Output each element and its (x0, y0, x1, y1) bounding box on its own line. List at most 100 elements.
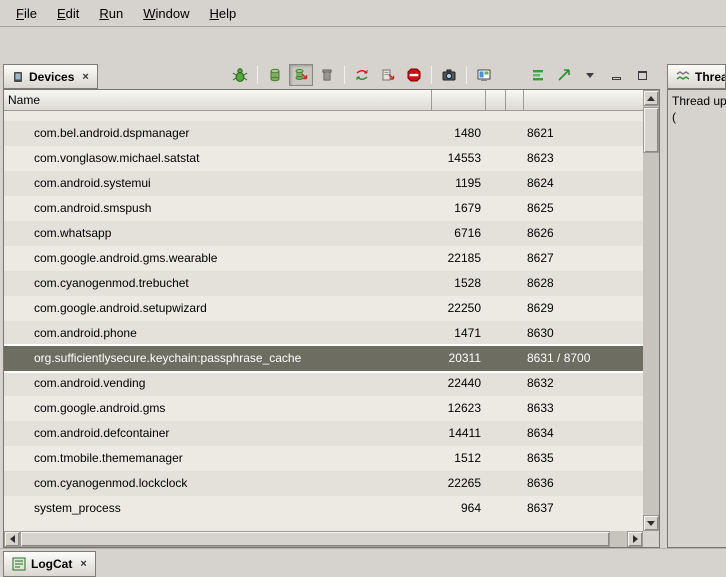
table-row[interactable]: com.android.smspush 1679 8625 (4, 196, 643, 221)
menu-file[interactable]: File (6, 2, 47, 25)
scroll-down-button[interactable] (643, 515, 659, 531)
table-row[interactable]: com.google.android.setupwizard 22250 862… (4, 296, 643, 321)
cell-name: com.bel.android.dspmanager (4, 121, 432, 146)
devices-toolbar (228, 63, 654, 87)
scroll-left-button[interactable] (4, 531, 20, 547)
system-info-icon[interactable] (472, 64, 496, 86)
cell-pid: 22250 (432, 296, 486, 321)
cell-empty (486, 321, 506, 346)
column-header-name[interactable]: Name (4, 90, 432, 110)
cell-empty (506, 471, 524, 496)
table-row[interactable]: com.bel.android.dspmanager 1480 8621 (4, 121, 643, 146)
cell-name: com.cyanogenmod.trebuchet (4, 271, 432, 296)
method-profiling-icon[interactable] (376, 64, 400, 86)
threads-message-line2: ( (672, 109, 723, 125)
debug-glyph (232, 67, 248, 83)
table-row[interactable]: com.android.systemui 1195 8624 (4, 171, 643, 196)
column-header-3[interactable] (486, 90, 506, 110)
menu-window[interactable]: Window (133, 2, 199, 25)
threads-tab-label: Threads (695, 70, 726, 84)
menu-help[interactable]: Help (199, 2, 246, 25)
table-row[interactable]: com.android.defcontainer 14411 8634 (4, 421, 643, 446)
table-row[interactable]: system_process 964 8637 (4, 496, 643, 521)
minimize-icon[interactable] (604, 64, 628, 86)
cell-empty (486, 121, 506, 146)
tab-devices[interactable]: Devices × (3, 64, 98, 89)
tab-logcat[interactable]: LogCat × (3, 551, 96, 577)
toolbar-separator (344, 66, 345, 84)
cell-empty (486, 471, 506, 496)
table-row[interactable]: com.android.vending 22440 8632 (4, 371, 643, 396)
cell-empty (506, 396, 524, 421)
table-row[interactable]: com.tmobile.thememanager 1512 8635 (4, 446, 643, 471)
dump-hprof-icon[interactable] (289, 64, 313, 86)
close-icon[interactable]: × (82, 71, 88, 83)
horizontal-scroll-thumb[interactable] (20, 531, 610, 547)
cell-empty (506, 496, 524, 521)
cell-port: 8634 (524, 421, 643, 446)
threads-tab-icon (676, 70, 690, 84)
tab-threads[interactable]: Threads (667, 64, 726, 89)
scroll-up-button[interactable] (643, 90, 659, 106)
cell-empty (506, 371, 524, 396)
cause-gc-icon[interactable] (315, 64, 339, 86)
view-menu-icon[interactable] (578, 64, 602, 86)
cell-pid: 1679 (432, 196, 486, 221)
cell-empty (486, 396, 506, 421)
cell-name: system_process (4, 496, 432, 521)
maximize-glyph (638, 71, 647, 80)
column-header-4[interactable] (506, 90, 524, 110)
cell-port: 8636 (524, 471, 643, 496)
update-threads-icon[interactable] (350, 64, 374, 86)
cell-name: com.cyanogenmod.lockclock (4, 471, 432, 496)
table-row[interactable]: com.cyanogenmod.trebuchet 1528 8628 (4, 271, 643, 296)
cell-name: com.android.systemui (4, 171, 432, 196)
close-icon[interactable]: × (80, 558, 86, 570)
horizontal-scrollbar[interactable] (4, 531, 643, 547)
logcat-tab-icon (12, 557, 26, 571)
vertical-scrollbar[interactable] (643, 90, 659, 531)
arrow-left-icon (10, 535, 15, 543)
cell-empty (486, 371, 506, 396)
screen-capture-icon[interactable] (437, 64, 461, 86)
cell-pid: 1528 (432, 271, 486, 296)
column-header-port[interactable] (524, 90, 643, 110)
table-row[interactable]: com.google.android.gms 12623 8633 (4, 396, 643, 421)
cell-pid: 22440 (432, 371, 486, 396)
cell-empty (506, 246, 524, 271)
menu-edit[interactable]: Edit (47, 2, 89, 25)
table-row[interactable]: com.vonglasow.michael.satstat 14553 8623 (4, 146, 643, 171)
devices-panel: Devices × (3, 61, 660, 548)
cell-empty (486, 221, 506, 246)
cell-port: 8630 (524, 321, 643, 346)
scroll-right-button[interactable] (627, 531, 643, 547)
cell-empty (486, 171, 506, 196)
devices-tabbar: Devices × (3, 61, 660, 89)
table-row[interactable]: org.sufficientlysecure.keychain:passphra… (4, 346, 643, 371)
cell-empty (506, 321, 524, 346)
maximize-icon[interactable] (630, 64, 654, 86)
update-heap-icon[interactable] (263, 64, 287, 86)
cell-empty (506, 171, 524, 196)
cell-port: 8637 (524, 496, 643, 521)
cell-empty (486, 296, 506, 321)
table-row[interactable]: com.android.phone 1471 8630 (4, 321, 643, 346)
stop-process-icon[interactable] (402, 64, 426, 86)
table-row[interactable]: com.google.android.gms.wearable 22185 86… (4, 246, 643, 271)
column-header-pid[interactable] (432, 90, 486, 110)
tracing-icon[interactable] (552, 64, 576, 86)
table-row[interactable]: com.whatsapp 6716 8626 (4, 221, 643, 246)
toolbar-separator (431, 66, 432, 84)
cell-empty (506, 196, 524, 221)
debug-icon[interactable] (228, 64, 252, 86)
threads-tabbar: Threads (667, 61, 726, 89)
cell-empty (506, 271, 524, 296)
table-row[interactable]: com.cyanogenmod.lockclock 22265 8636 (4, 471, 643, 496)
cell-name: com.google.android.setupwizard (4, 296, 432, 321)
vertical-scroll-thumb[interactable] (643, 107, 659, 153)
cell-name: com.tmobile.thememanager (4, 446, 432, 471)
menu-run[interactable]: Run (89, 2, 133, 25)
device-rows: com.bel.android.dspmanager 1480 8621 com… (4, 111, 643, 531)
allocation-tracker-icon[interactable] (526, 64, 550, 86)
arrow-up-icon (647, 96, 655, 101)
